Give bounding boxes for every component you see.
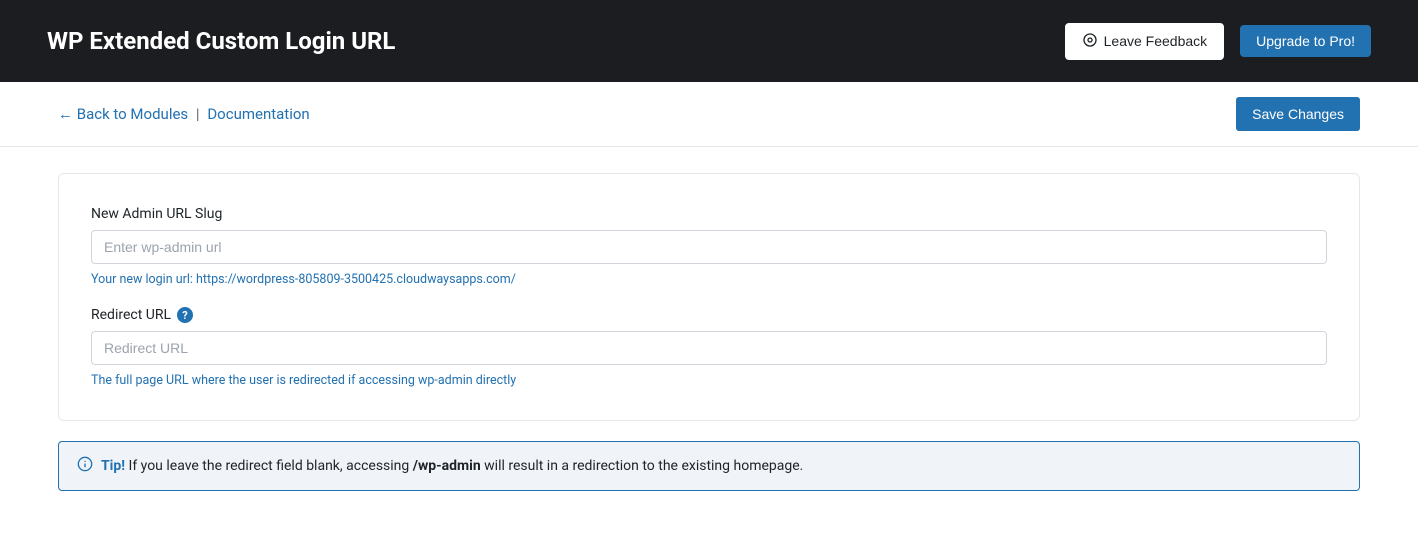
info-icon — [77, 456, 93, 476]
settings-panel: New Admin URL Slug Your new login url: h… — [58, 173, 1360, 421]
redirect-url-label: Redirect URL ? — [91, 307, 1327, 323]
feedback-label: Leave Feedback — [1104, 33, 1208, 49]
page-title: WP Extended Custom Login URL — [47, 27, 395, 55]
admin-slug-label-text: New Admin URL Slug — [91, 206, 222, 222]
header-actions: Leave Feedback Upgrade to Pro! — [1065, 23, 1371, 60]
tip-bold: /wp-admin — [413, 458, 481, 474]
tip-box: Tip! If you leave the redirect field bla… — [58, 441, 1360, 491]
redirect-url-help: The full page URL where the user is redi… — [91, 373, 1327, 388]
help-icon[interactable]: ? — [177, 307, 193, 323]
header-bar: WP Extended Custom Login URL Leave Feedb… — [0, 0, 1418, 82]
nav-separator: | — [196, 105, 200, 123]
admin-slug-field: New Admin URL Slug Your new login url: h… — [91, 206, 1327, 287]
admin-slug-input[interactable] — [91, 230, 1327, 264]
tip-text: Tip! If you leave the redirect field bla… — [101, 458, 803, 474]
save-changes-button[interactable]: Save Changes — [1236, 97, 1360, 131]
tip-text-after: will result in a redirection to the exis… — [481, 458, 804, 474]
feedback-icon — [1082, 32, 1098, 51]
admin-slug-label: New Admin URL Slug — [91, 206, 1327, 222]
nav-links: ← Back to Modules | Documentation — [58, 105, 310, 123]
back-to-modules-link[interactable]: ← Back to Modules — [58, 105, 188, 123]
content-area: New Admin URL Slug Your new login url: h… — [0, 147, 1418, 517]
tip-label: Tip! — [101, 458, 125, 474]
upgrade-button[interactable]: Upgrade to Pro! — [1240, 25, 1371, 57]
tip-text-before: If you leave the redirect field blank, a… — [125, 458, 413, 474]
leave-feedback-button[interactable]: Leave Feedback — [1065, 23, 1225, 60]
redirect-url-field: Redirect URL ? The full page URL where t… — [91, 307, 1327, 388]
admin-slug-help: Your new login url: https://wordpress-80… — [91, 272, 1327, 287]
documentation-link[interactable]: Documentation — [207, 105, 309, 123]
subheader-bar: ← Back to Modules | Documentation Save C… — [0, 82, 1418, 147]
redirect-url-input[interactable] — [91, 331, 1327, 365]
redirect-url-label-text: Redirect URL — [91, 307, 171, 323]
upgrade-label: Upgrade to Pro! — [1256, 33, 1355, 49]
